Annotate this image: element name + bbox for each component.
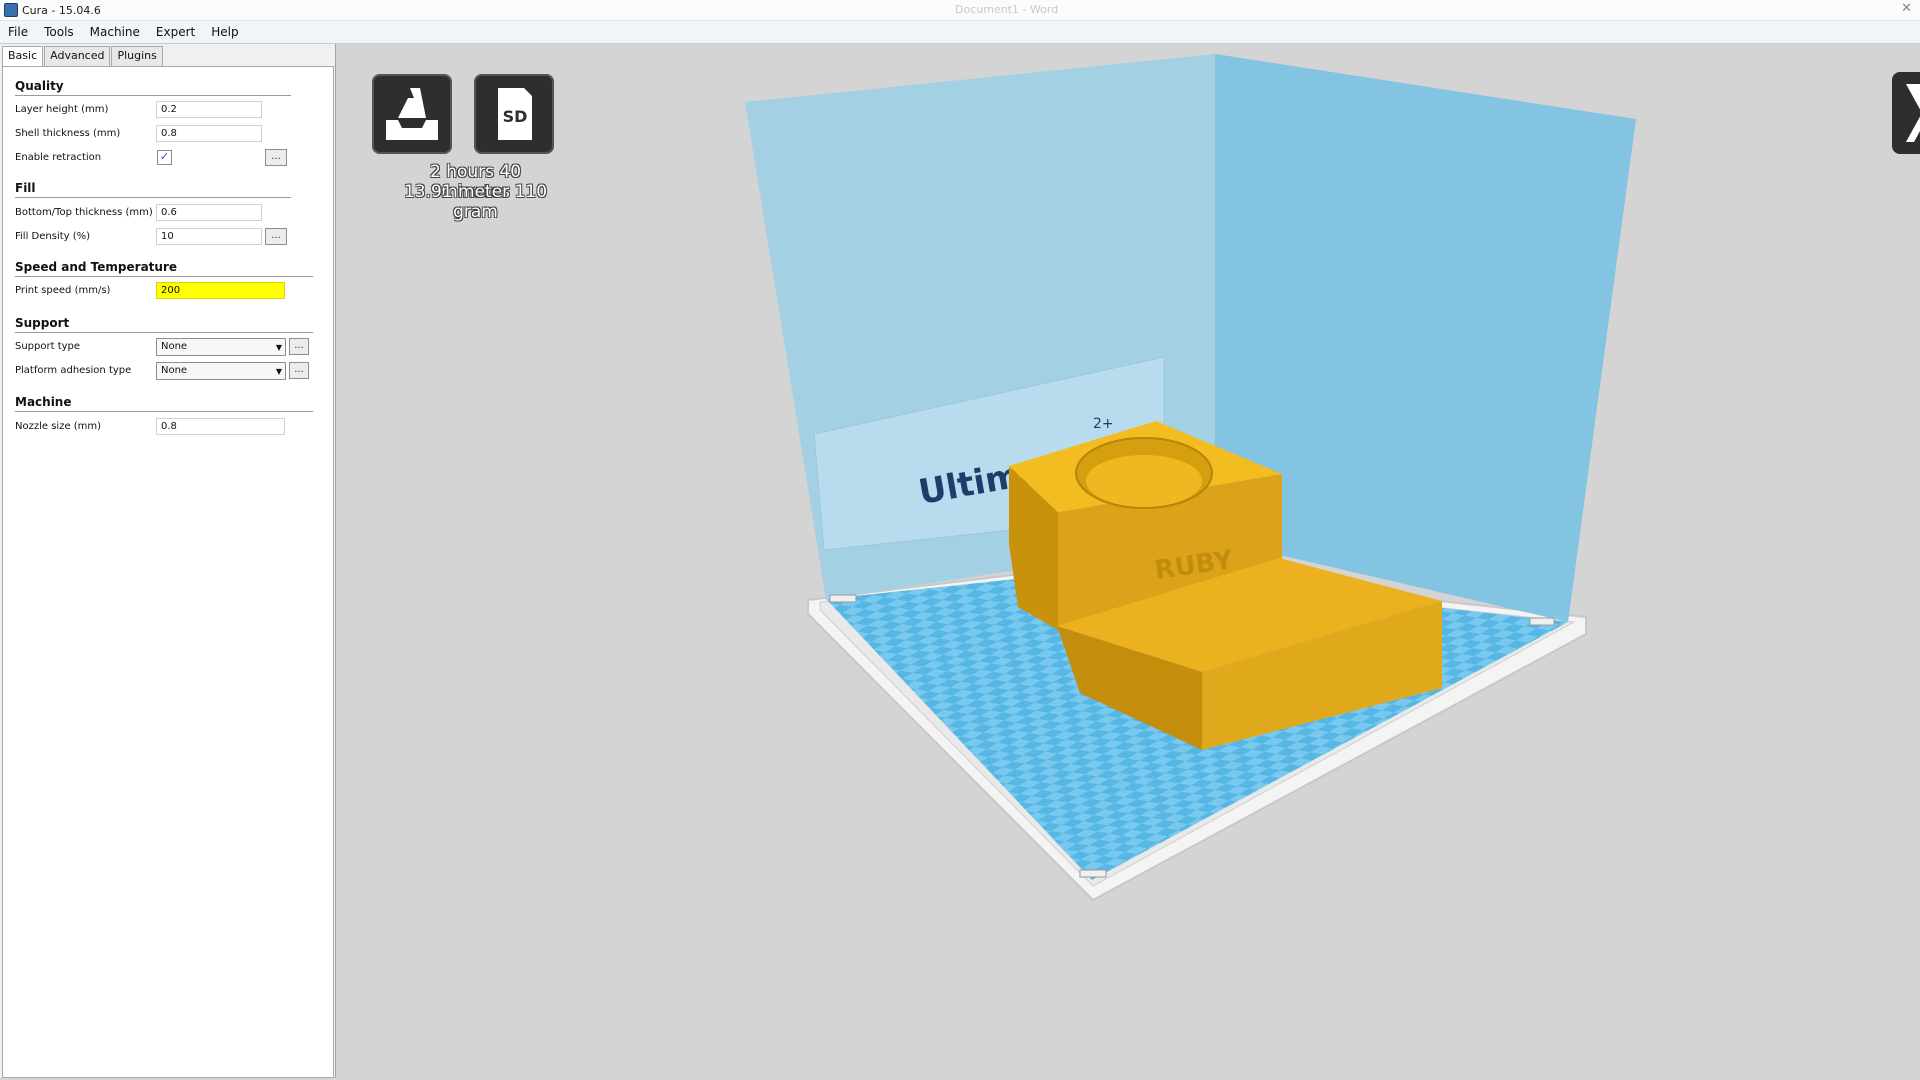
menu-help[interactable]: Help — [203, 25, 246, 39]
bottom-top-thickness-input[interactable]: 0.6 — [156, 204, 262, 221]
support-type-value: None — [161, 341, 188, 352]
section-divider — [15, 95, 291, 96]
3d-viewport[interactable]: Ultimaker 2+ RUBY SD 2 hours 40 minutes … — [336, 44, 1920, 1080]
load-folder-icon — [386, 88, 438, 140]
plate-clip — [829, 594, 857, 603]
platform-adhesion-select[interactable]: None ▼ — [156, 362, 286, 380]
section-support-title: Support — [15, 316, 70, 330]
adhesion-settings-button[interactable]: ... — [289, 362, 309, 379]
build-volume-scene[interactable]: Ultimaker 2+ RUBY — [336, 44, 1920, 1080]
section-quality-title: Quality — [15, 79, 64, 93]
view-mode-button[interactable] — [1892, 72, 1920, 154]
settings-sidebar: Basic Advanced Plugins Quality Layer hei… — [0, 44, 336, 1078]
shell-thickness-label: Shell thickness (mm) — [15, 128, 121, 139]
material-estimate: 13.91 meter 110 gram — [403, 182, 548, 222]
tab-plugins[interactable]: Plugins — [111, 46, 163, 66]
plate-clip — [1529, 617, 1555, 626]
menu-expert[interactable]: Expert — [148, 25, 203, 39]
model-hole-inner — [1086, 455, 1202, 507]
nozzle-size-input[interactable]: 0.8 — [156, 418, 285, 435]
plate-clip — [1079, 869, 1107, 878]
menu-bar: File Tools Machine Expert Help — [0, 21, 1920, 44]
enable-retraction-checkbox[interactable]: ✓ — [157, 150, 172, 165]
window-title: Cura - 15.04.6 — [22, 3, 101, 17]
load-model-button[interactable] — [372, 74, 452, 154]
menu-tools[interactable]: Tools — [36, 25, 82, 39]
dropdown-arrow-icon: ▼ — [275, 367, 282, 376]
save-to-sd-button[interactable]: SD — [474, 74, 554, 154]
sd-card-icon: SD — [498, 88, 532, 140]
platform-adhesion-value: None — [161, 365, 188, 376]
fill-density-input[interactable]: 10 — [156, 228, 262, 245]
nozzle-size-label: Nozzle size (mm) — [15, 421, 102, 432]
title-bar: Cura - 15.04.6 Document1 - Word ✕ — [0, 0, 1920, 21]
close-icon[interactable]: ✕ — [1901, 1, 1912, 16]
settings-tabs: Basic Advanced Plugins — [2, 46, 164, 68]
cura-app-icon — [4, 3, 18, 17]
settings-panel: Quality Layer height (mm) 0.2 Shell thic… — [2, 66, 334, 1078]
section-divider — [15, 197, 291, 198]
support-type-select[interactable]: None ▼ — [156, 338, 286, 356]
menu-machine[interactable]: Machine — [82, 25, 148, 39]
dropdown-arrow-icon: ▼ — [275, 343, 282, 352]
retraction-settings-button[interactable]: ... — [265, 149, 287, 166]
svg-text:SD: SD — [503, 107, 528, 126]
layer-height-input[interactable]: 0.2 — [156, 101, 262, 118]
view-mode-icon — [1906, 84, 1920, 142]
section-speed-title: Speed and Temperature — [15, 260, 177, 274]
fill-settings-button[interactable]: ... — [265, 228, 287, 245]
fill-density-label: Fill Density (%) — [15, 231, 91, 242]
support-settings-button[interactable]: ... — [289, 338, 309, 355]
support-type-label: Support type — [15, 341, 81, 352]
background-window-title: Document1 - Word — [955, 3, 1059, 16]
platform-adhesion-label: Platform adhesion type — [15, 365, 132, 376]
section-divider — [15, 276, 313, 277]
section-machine-title: Machine — [15, 395, 72, 409]
ultimaker-logo-sup: 2+ — [1093, 416, 1114, 432]
tab-advanced[interactable]: Advanced — [44, 46, 111, 66]
section-divider — [15, 332, 313, 333]
print-speed-input[interactable]: 200 — [156, 282, 285, 299]
layer-height-label: Layer height (mm) — [15, 104, 109, 115]
menu-file[interactable]: File — [0, 25, 36, 39]
section-divider — [15, 411, 313, 412]
section-fill-title: Fill — [15, 181, 36, 195]
bottom-top-thickness-label: Bottom/Top thickness (mm) — [15, 207, 153, 218]
print-speed-label: Print speed (mm/s) — [15, 285, 111, 296]
enable-retraction-label: Enable retraction — [15, 152, 102, 163]
shell-thickness-input[interactable]: 0.8 — [156, 125, 262, 142]
tab-basic[interactable]: Basic — [2, 46, 44, 68]
